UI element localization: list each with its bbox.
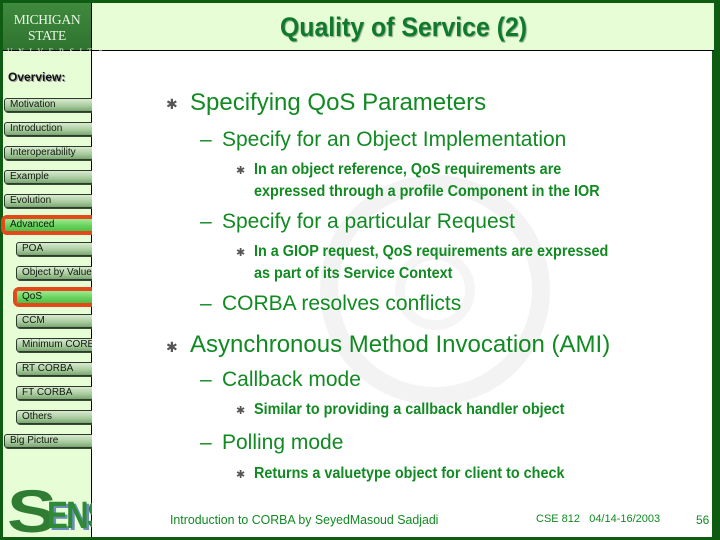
nav-label: Evolution [10, 195, 52, 206]
bullet-icon: ✱ [236, 247, 246, 259]
detail-giop-request-1: In a GIOP request, QoS requirements are … [254, 243, 609, 260]
slide-frame: MICHIGAN STATE UNIVERSITY Quality of Ser… [0, 0, 720, 540]
nav-label: Example [10, 171, 49, 182]
detail-object-reference-1: In an object reference, QoS requirements… [254, 161, 562, 178]
bullet-icon: ✱ [236, 469, 246, 481]
bullet-icon: ✱ [166, 339, 178, 355]
bullet-icon: ✱ [236, 405, 246, 417]
nav-label: Others [22, 411, 53, 422]
nav-label: CCM [22, 315, 45, 326]
dash-icon: – [200, 368, 212, 391]
nav-label: Introduction [10, 123, 63, 134]
bullet-icon: ✱ [236, 165, 246, 177]
footer-page-number: 56 [696, 513, 710, 527]
nav-label: Minimum CORBA [22, 339, 101, 350]
bullet-specifying-qos: Specifying QoS Parameters [190, 89, 487, 116]
nav-label: RT CORBA [22, 363, 74, 374]
dash-icon: – [200, 431, 212, 454]
sub-corba-resolves: CORBA resolves conflicts [222, 292, 462, 315]
sidebar-heading: Overview: [8, 70, 66, 84]
sens-logo-ens: ENS [47, 495, 92, 536]
footer-course-date: CSE 812 04/14-16/2003 [536, 513, 661, 525]
slide-title: Quality of Service (2) [279, 11, 528, 42]
dash-icon: – [200, 128, 212, 151]
msu-logo: MICHIGAN STATE UNIVERSITY [3, 3, 104, 56]
footer-course-title: Introduction to CORBA by SeyedMasoud Sad… [170, 512, 439, 527]
detail-object-reference-2: expressed through a profile Component in… [254, 183, 600, 200]
nav-label: Interoperability [10, 147, 76, 158]
detail-callback-handler: Similar to providing a callback handler … [254, 401, 565, 418]
sens-logo: S ENS [3, 478, 92, 537]
dash-icon: – [200, 292, 212, 315]
detail-valuetype-object: Returns a valuetype object for client to… [254, 465, 565, 482]
sub-particular-request: Specify for a particular Request [222, 210, 515, 233]
nav-label: Motivation [10, 99, 56, 110]
bullet-icon: ✱ [166, 96, 178, 112]
content-margin [92, 51, 127, 537]
bullet-ami: Asynchronous Method Invocation (AMI) [190, 331, 611, 358]
nav-label: Big Picture [10, 435, 59, 446]
dash-icon: – [200, 210, 212, 233]
nav-label: POA [22, 243, 44, 254]
detail-giop-request-2: as part of its Service Context [254, 265, 453, 282]
sub-callback-mode: Callback mode [222, 368, 361, 391]
sub-polling-mode: Polling mode [222, 431, 344, 454]
nav-label: QoS [22, 291, 43, 302]
nav-label: Advanced [10, 219, 55, 230]
frame-right-border [714, 0, 720, 540]
nav-label: FT CORBA [22, 387, 73, 398]
nav-label: Object by Value [22, 267, 92, 278]
sub-object-implementation: Specify for an Object Implementation [222, 128, 567, 151]
logo-line1: MICHIGAN STATE [13, 12, 81, 43]
